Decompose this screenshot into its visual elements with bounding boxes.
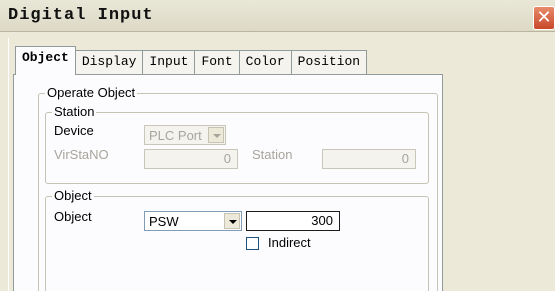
window-title: Digital Input — [8, 6, 154, 25]
station-legend: Station — [52, 104, 97, 119]
station-label: Station — [252, 147, 293, 162]
close-button[interactable]: ✕ — [533, 6, 555, 30]
tab-display[interactable]: Display — [74, 50, 144, 74]
tab-input[interactable]: Input — [142, 50, 196, 74]
device-select: PLC Port — [144, 125, 226, 145]
tab-object[interactable]: Object — [15, 46, 76, 75]
virstano-label: VirStaNO — [54, 147, 109, 162]
object-address-field[interactable]: 300 — [246, 211, 340, 231]
object-group: Object Object PSW 300 Indirect — [45, 188, 429, 291]
chevron-down-icon — [208, 127, 224, 143]
tab-panel-object: Operate Object Station Device PLC Port V… — [13, 74, 443, 291]
dialog-body: Object Display Input Font Color Position… — [8, 38, 555, 291]
tab-color[interactable]: Color — [238, 50, 292, 74]
station-group: Station Device PLC Port VirStaNO 0 Stati… — [45, 104, 429, 184]
device-value: PLC Port — [149, 128, 202, 143]
tab-strip: Object Display Input Font Color Position — [15, 46, 368, 75]
tab-position[interactable]: Position — [290, 50, 368, 74]
object-type-select[interactable]: PSW — [144, 211, 242, 231]
close-icon: ✕ — [536, 7, 552, 28]
chevron-down-icon[interactable] — [224, 213, 240, 229]
object-label: Object — [54, 209, 92, 224]
station-field: 0 — [322, 149, 416, 169]
virstano-field: 0 — [144, 149, 238, 169]
operate-object-legend: Operate Object — [45, 85, 138, 100]
device-label: Device — [54, 123, 94, 138]
object-type-value: PSW — [149, 214, 179, 229]
indirect-label: Indirect — [268, 235, 311, 250]
tab-font[interactable]: Font — [194, 50, 240, 74]
indirect-checkbox[interactable] — [246, 237, 259, 250]
operate-object-group: Operate Object Station Device PLC Port V… — [38, 85, 438, 291]
object-legend: Object — [52, 188, 94, 203]
title-bar: Digital Input ✕ — [0, 0, 555, 32]
